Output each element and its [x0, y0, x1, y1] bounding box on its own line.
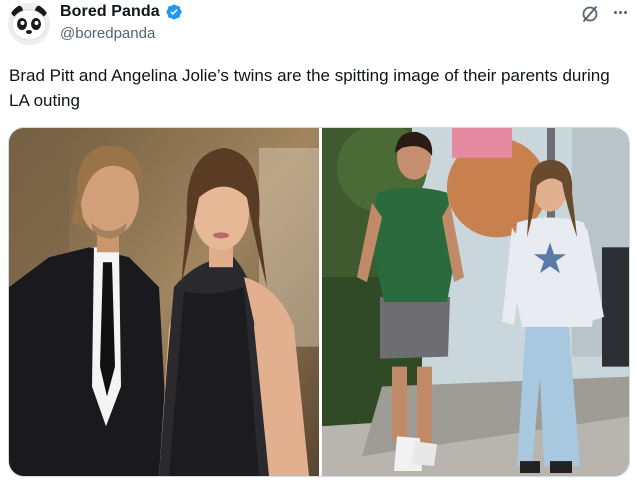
grok-icon[interactable]	[580, 4, 600, 24]
photo-red-carpet-couple[interactable]	[9, 128, 319, 476]
avatar[interactable]	[8, 3, 50, 45]
verified-badge-icon	[165, 3, 183, 21]
author-name-row[interactable]: Bored Panda	[60, 3, 183, 21]
more-options-icon[interactable]	[608, 2, 632, 22]
media-grid	[8, 127, 630, 477]
account-handle[interactable]: @boredpanda	[60, 25, 155, 42]
photo-twins-walking[interactable]	[322, 128, 629, 476]
display-name[interactable]: Bored Panda	[60, 3, 160, 21]
panda-logo-icon	[8, 3, 50, 45]
tweet-text: Brad Pitt and Angelina Jolie’s twins are…	[9, 66, 610, 110]
